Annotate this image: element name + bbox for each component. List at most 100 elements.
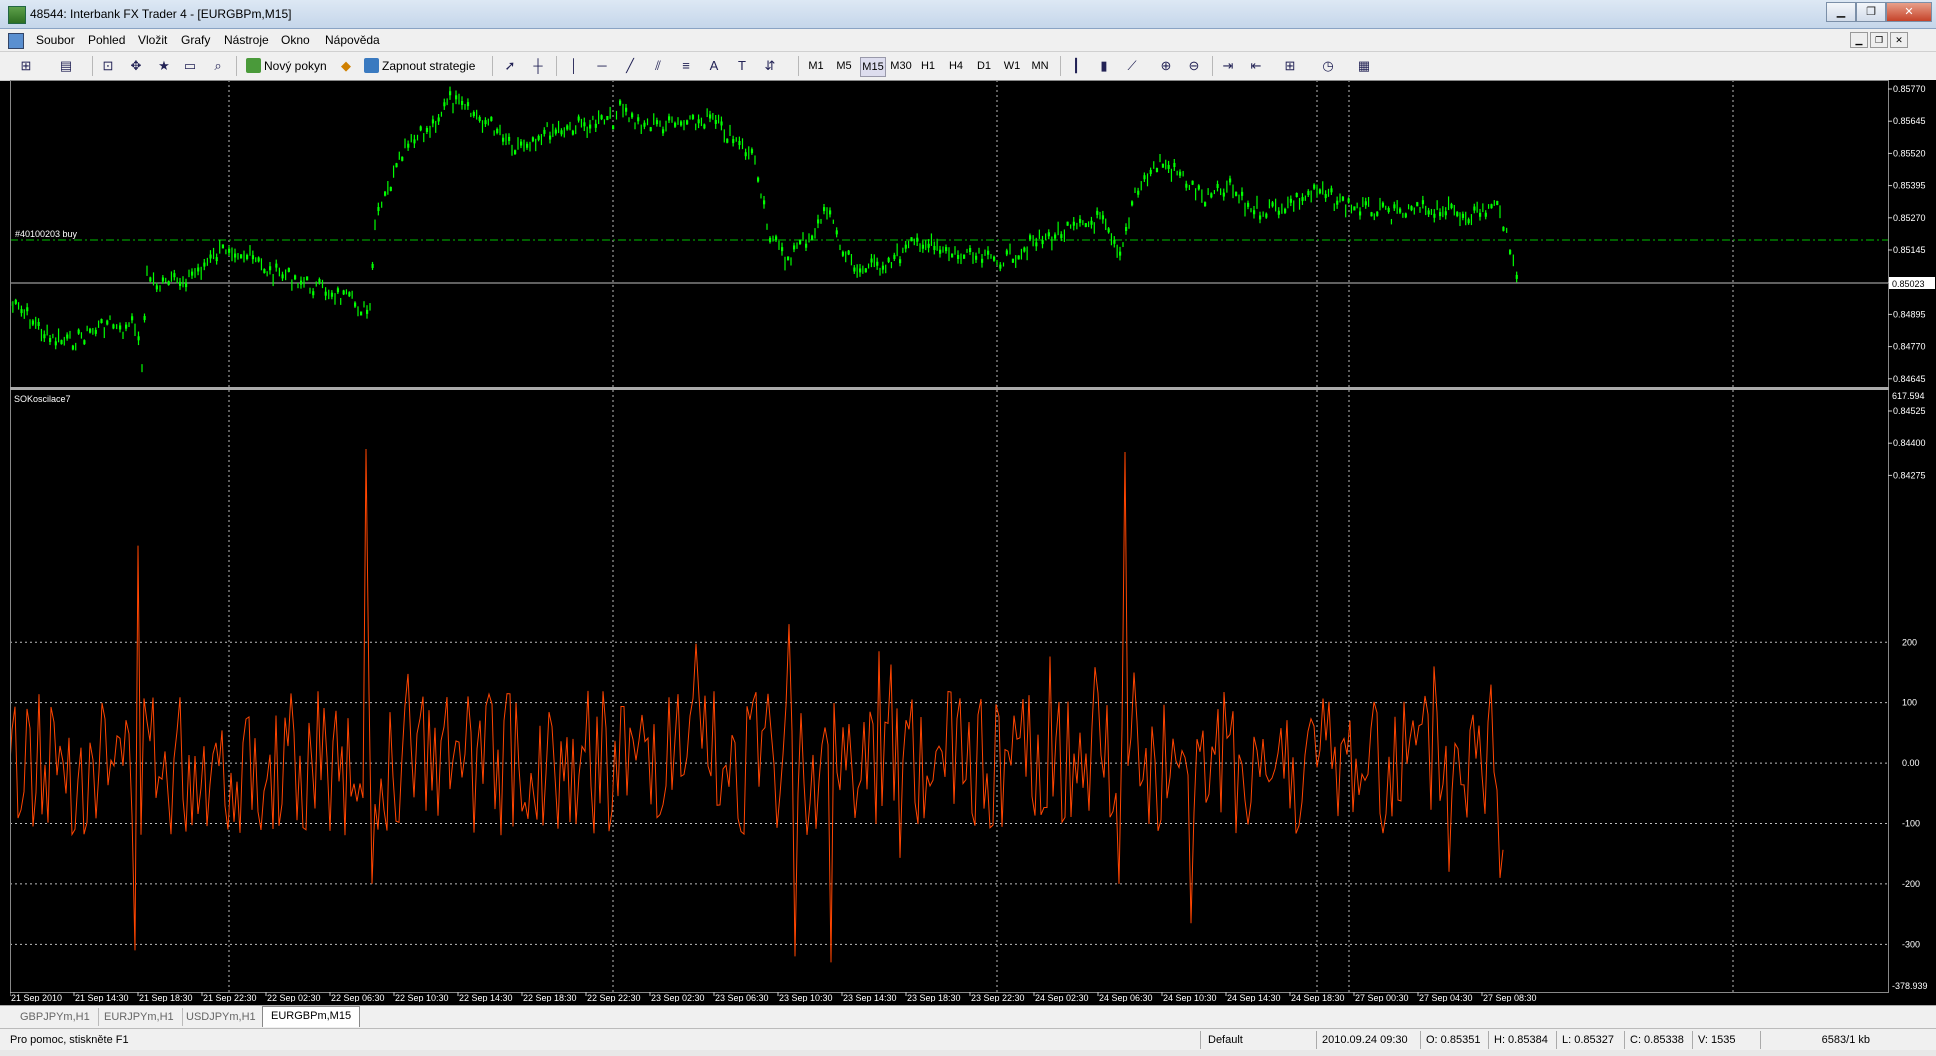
price-candle [203,262,206,267]
market-watch-icon[interactable]: ⊡ [100,58,116,74]
timeframe-m30-button[interactable]: M30 [890,57,912,75]
profiles-icon[interactable]: ▤ [58,58,74,74]
timeframe-m1-button[interactable]: M1 [806,57,826,75]
chart-shift-icon[interactable]: ⇤ [1248,58,1264,74]
vertical-line-icon[interactable]: │ [566,58,582,74]
templates-icon[interactable]: ▦ [1356,58,1372,74]
timeframe-m5-button[interactable]: M5 [834,57,854,75]
price-candle [1433,213,1436,218]
price-candle [1017,255,1020,260]
timeframe-m15-button[interactable]: M15 [860,57,886,77]
menu-pohled[interactable]: Pohled [88,33,125,47]
price-candle [738,141,741,146]
price-candle [1376,211,1379,216]
candlestick-icon[interactable]: ▮ [1096,58,1112,74]
price-candle [366,309,369,314]
mdi-restore-button[interactable]: ❐ [1870,32,1888,48]
price-candle [26,307,29,312]
price-candle [1473,206,1476,211]
fibonacci-icon[interactable]: ≡ [678,58,694,74]
price-candle [197,267,200,272]
indicators-icon[interactable]: ⊞ [1282,58,1298,74]
mdi-close-button[interactable]: ✕ [1890,32,1908,48]
minimize-button[interactable]: ▁ [1826,2,1856,22]
cursor-icon[interactable]: ➚ [502,58,518,74]
tester-icon[interactable]: ⌕ [210,58,226,74]
price-candle [514,150,517,155]
price-candle [1149,169,1152,174]
timeframe-h1-button[interactable]: H1 [918,57,938,75]
price-candle [119,325,122,330]
line-chart-icon[interactable]: ⟋ [1124,58,1140,74]
price-candle [1101,215,1105,220]
channel-icon[interactable]: ⫽ [650,58,666,74]
chart-window[interactable]: #40100203 buy SOKoscilace7 0.85770 0.8564… [10,80,1936,1002]
document-icon[interactable] [8,33,24,49]
timeframe-w1-button[interactable]: W1 [1002,57,1022,75]
price-candle [324,291,327,296]
chart-canvas[interactable]: #40100203 buy SOKoscilace7 0.85770 0.8564… [10,80,1936,1002]
current-price-label: 0.85023 [1892,279,1925,289]
price-candle [1381,202,1385,207]
price-candle [251,255,255,260]
price-candle [1047,232,1050,237]
price-candle [1479,212,1482,217]
price-candle [342,290,345,295]
price-candle [1330,188,1333,193]
zoom-out-icon[interactable]: ⊖ [1186,58,1202,74]
price-candle [893,254,896,259]
menu-soubor[interactable]: Soubor [36,33,75,47]
periods-icon[interactable]: ◷ [1320,58,1336,74]
price-candle [1131,201,1134,206]
time-tick-label: 22 Sep 02:30 [267,993,321,1002]
price-candle [1023,247,1026,252]
horizontal-line-icon[interactable]: ─ [594,58,610,74]
price-candle [89,328,92,333]
auto-scroll-icon[interactable]: ⇥ [1220,58,1236,74]
timeframe-mn-button[interactable]: MN [1030,57,1050,75]
metaeditor-icon[interactable]: ◆ [338,58,354,74]
bar-chart-icon[interactable]: ┃ [1068,58,1084,74]
navigator-icon[interactable]: ★ [156,58,172,74]
tab-eurgbp[interactable]: EURGBPm,M15 [262,1006,361,1027]
price-candle [643,122,646,127]
menu-grafy[interactable]: Grafy [181,33,210,47]
terminal-icon[interactable]: ▭ [182,58,198,74]
timeframe-h4-button[interactable]: H4 [946,57,966,75]
zoom-in-icon[interactable]: ⊕ [1158,58,1174,74]
maximize-button[interactable]: ❐ [1856,2,1886,22]
menu-okno[interactable]: Okno [281,33,310,47]
price-candle [330,292,334,297]
arrows-icon[interactable]: ⇵ [762,58,778,74]
data-window-icon[interactable]: ✥ [128,58,144,74]
price-candle [1450,204,1453,209]
new-chart-icon[interactable]: ⊞ [18,58,34,74]
price-candle [945,247,948,252]
menu-vlozit[interactable]: Vložit [138,33,167,47]
price-tick-label: 0.84525 [1893,406,1926,416]
text-icon[interactable]: A [706,58,722,74]
price-candle [680,121,683,126]
trendline-icon[interactable]: ╱ [622,58,638,74]
title-bar: 48544: Interbank FX Trader 4 - [EURGBPm,… [0,0,1936,29]
menu-nastroje[interactable]: Nástroje [224,33,269,47]
menu-napoveda[interactable]: Nápověda [325,33,380,47]
time-tick-label: 21 Sep 18:30 [139,993,193,1002]
mdi-minimize-button[interactable]: ▁ [1850,32,1868,48]
price-tick-label: 0.85270 [1893,213,1926,223]
timeframe-d1-button[interactable]: D1 [974,57,994,75]
status-open: O: 0.85351 [1426,1034,1481,1046]
pane-separator [10,387,1889,390]
expert-advisors-button[interactable]: Zapnout strategie [362,56,475,76]
text-label-icon[interactable]: T [734,58,750,74]
price-candle [221,244,225,249]
new-order-button[interactable]: Nový pokyn [244,56,327,76]
tab-eurjpy[interactable]: EURJPYm,H1 [96,1008,183,1026]
price-candle [401,156,404,161]
tab-usdjpy[interactable]: USDJPYm,H1 [178,1008,265,1026]
close-button[interactable]: ✕ [1886,2,1932,22]
crosshair-icon[interactable]: ┼ [530,58,546,74]
price-candle [775,236,778,241]
tab-gbpjpy[interactable]: GBPJPYm,H1 [12,1008,99,1026]
app-icon [8,6,26,24]
